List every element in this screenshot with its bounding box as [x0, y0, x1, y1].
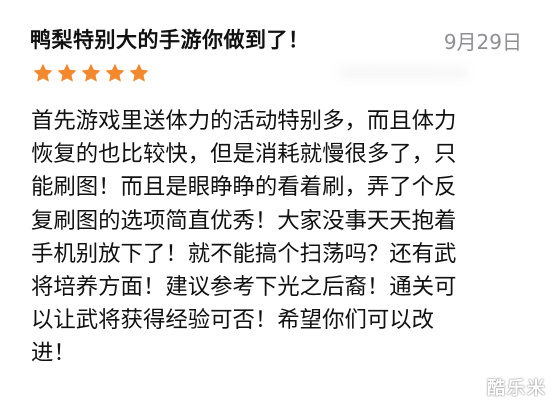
- reviewer-name: •••••••••••: [340, 62, 468, 84]
- review-header: 鸭梨特别大的手游你做到了！ 9月29日: [30, 22, 530, 58]
- review-body: 首先游戏里送体力的活动特别多，而且体力 恢复的也比较快，但是消耗就慢很多了，只 …: [31, 108, 457, 367]
- review-title: 鸭梨特别大的手游你做到了！: [30, 28, 310, 52]
- star-icon: [57, 63, 77, 82]
- watermark-logo: 酷乐米: [487, 378, 547, 399]
- reviewer-name-blurred: •••••••••••: [340, 58, 540, 88]
- star-icon: [33, 63, 53, 82]
- star-rating: [32, 62, 150, 86]
- star-icon: [105, 63, 125, 82]
- star-icon: [129, 63, 149, 82]
- review-date: 9月29日: [443, 30, 522, 54]
- review-card: 鸭梨特别大的手游你做到了！ 9月29日 ••••••••••• 首先游戏里送体力…: [0, 0, 555, 404]
- star-icon: [81, 63, 101, 82]
